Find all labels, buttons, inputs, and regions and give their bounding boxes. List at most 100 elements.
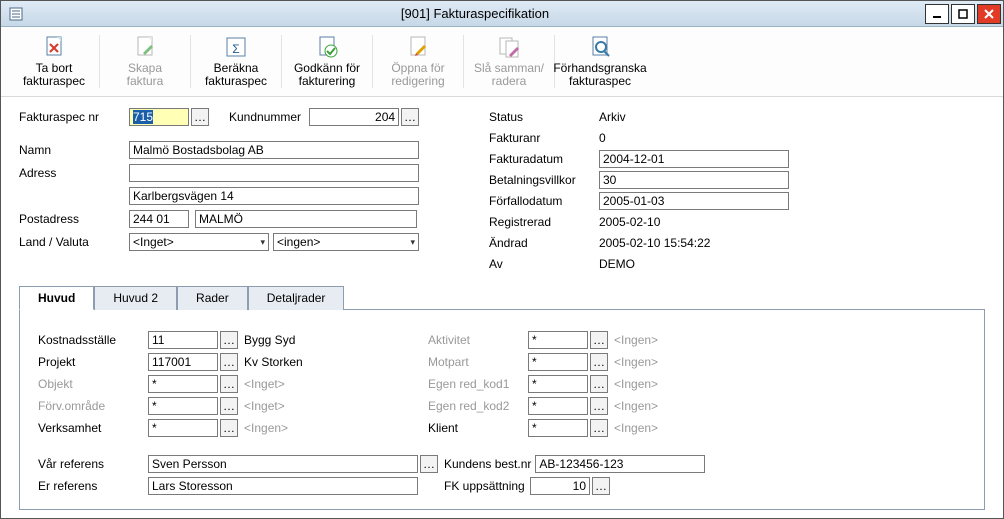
fakturaspec-nr-input[interactable]: 715	[129, 108, 189, 126]
klient-text: <Ingen>	[614, 421, 658, 435]
fakturanr-value: 0	[599, 131, 606, 145]
namn-label: Namn	[19, 143, 129, 157]
toolbar: Ta bortfakturaspec Skapafaktura Σ Beräkn…	[1, 27, 1003, 97]
projekt-label: Projekt	[38, 355, 148, 369]
reg-value: 2005-02-10	[599, 215, 660, 229]
kundbest-input[interactable]	[535, 455, 705, 473]
forv-text: <Inget>	[244, 399, 285, 413]
aktiv-label: Aktivitet	[428, 333, 528, 347]
kundbest-label: Kundens best.nr	[444, 457, 531, 471]
av-value: DEMO	[599, 257, 635, 271]
status-label: Status	[489, 110, 599, 124]
forfall-input[interactable]	[599, 192, 789, 210]
create-doc-icon	[131, 35, 159, 60]
verk-lookup[interactable]: …	[220, 419, 238, 437]
erref-input[interactable]	[148, 477, 418, 495]
verk-text: <Ingen>	[244, 421, 288, 435]
egen2-label: Egen red_kod2	[428, 399, 528, 413]
projekt-lookup[interactable]: …	[220, 353, 238, 371]
erref-label: Er referens	[38, 479, 148, 493]
egen1-label: Egen red_kod1	[428, 377, 528, 391]
objekt-lookup[interactable]: …	[220, 375, 238, 393]
tab-detaljrader[interactable]: Detaljrader	[248, 286, 345, 310]
betal-input[interactable]	[599, 171, 789, 189]
minimize-button[interactable]	[925, 4, 949, 24]
klient-lookup[interactable]: …	[590, 419, 608, 437]
verk-input[interactable]	[148, 419, 218, 437]
kostnad-input[interactable]	[148, 331, 218, 349]
fakturaspec-nr-lookup[interactable]: …	[191, 108, 209, 126]
kostnad-lookup[interactable]: …	[220, 331, 238, 349]
land-select[interactable]: <Inget>▾	[129, 233, 269, 251]
fakturadatum-input[interactable]	[599, 150, 789, 168]
egen2-input[interactable]	[528, 397, 588, 415]
objekt-input[interactable]	[148, 375, 218, 393]
delete-doc-icon	[40, 35, 68, 60]
window-title: [901] Fakturaspecifikation	[27, 6, 923, 21]
namn-input[interactable]	[129, 141, 419, 159]
fkupp-input[interactable]	[530, 477, 590, 495]
form-body: Fakturaspec nr 715 … Kundnummer … Namn A…	[1, 97, 1003, 519]
klient-input[interactable]	[528, 419, 588, 437]
adress1-input[interactable]	[129, 164, 419, 182]
reg-label: Registrerad	[489, 215, 599, 229]
postort-input[interactable]	[195, 210, 417, 228]
kundnummer-label: Kundnummer	[229, 110, 301, 124]
close-button[interactable]	[977, 4, 1001, 24]
preview-button[interactable]: Förhandsgranskafakturaspec	[559, 31, 641, 92]
motpart-input[interactable]	[528, 353, 588, 371]
projekt-text: Kv Storken	[244, 355, 303, 369]
klient-label: Klient	[428, 421, 528, 435]
fakturaspec-nr-label: Fakturaspec nr	[19, 110, 129, 124]
forv-label: Förv.område	[38, 399, 148, 413]
kostnad-label: Kostnadsställe	[38, 333, 148, 347]
fkupp-lookup[interactable]: …	[592, 477, 610, 495]
adress-label: Adress	[19, 166, 129, 180]
calculate-button[interactable]: Σ Beräknafakturaspec	[195, 31, 277, 92]
forfall-label: Förfallodatum	[489, 194, 599, 208]
andrad-value: 2005-02-10 15:54:22	[599, 236, 710, 250]
tab-huvud2[interactable]: Huvud 2	[94, 286, 177, 310]
remove-invoicespec-button[interactable]: Ta bortfakturaspec	[13, 31, 95, 92]
svg-text:Σ: Σ	[232, 42, 239, 56]
aktiv-lookup[interactable]: …	[590, 331, 608, 349]
kundnummer-input[interactable]	[309, 108, 399, 126]
fkupp-label: FK uppsättning	[444, 479, 530, 493]
motpart-lookup[interactable]: …	[590, 353, 608, 371]
tab-panel-huvud: Kostnadsställe … Bygg Syd Projekt … Kv Stork…	[19, 310, 985, 510]
andrad-label: Ändrad	[489, 236, 599, 250]
merge-delete-button: Slå samman/radera	[468, 31, 550, 92]
av-label: Av	[489, 257, 599, 271]
objekt-text: <Inget>	[244, 377, 285, 391]
kostnad-text: Bygg Syd	[244, 333, 295, 347]
valuta-select[interactable]: <ingen>▾	[273, 233, 419, 251]
objekt-label: Objekt	[38, 377, 148, 391]
forv-input[interactable]	[148, 397, 218, 415]
varref-label: Vår referens	[38, 457, 148, 471]
postnr-input[interactable]	[129, 210, 189, 228]
window-buttons	[923, 4, 1001, 24]
merge-icon	[495, 35, 523, 60]
forv-lookup[interactable]: …	[220, 397, 238, 415]
create-invoice-button: Skapafaktura	[104, 31, 186, 92]
edit-doc-icon	[404, 35, 432, 60]
motpart-text: <Ingen>	[614, 355, 658, 369]
egen1-lookup[interactable]: …	[590, 375, 608, 393]
titlebar: [901] Fakturaspecifikation	[1, 1, 1003, 27]
open-edit-button: Öppna förredigering	[377, 31, 459, 92]
approve-button[interactable]: Godkänn förfakturering	[286, 31, 368, 92]
adress2-input[interactable]	[129, 187, 419, 205]
egen2-lookup[interactable]: …	[590, 397, 608, 415]
tab-huvud[interactable]: Huvud	[19, 286, 94, 310]
varref-lookup[interactable]: …	[420, 455, 438, 473]
maximize-button[interactable]	[951, 4, 975, 24]
kundnummer-lookup[interactable]: …	[401, 108, 419, 126]
aktiv-input[interactable]	[528, 331, 588, 349]
egen1-input[interactable]	[528, 375, 588, 393]
varref-input[interactable]	[148, 455, 418, 473]
betal-label: Betalningsvillkor	[489, 173, 599, 187]
system-menu-icon[interactable]	[5, 3, 27, 25]
fakturadatum-label: Fakturadatum	[489, 152, 599, 166]
projekt-input[interactable]	[148, 353, 218, 371]
tab-rader[interactable]: Rader	[177, 286, 248, 310]
